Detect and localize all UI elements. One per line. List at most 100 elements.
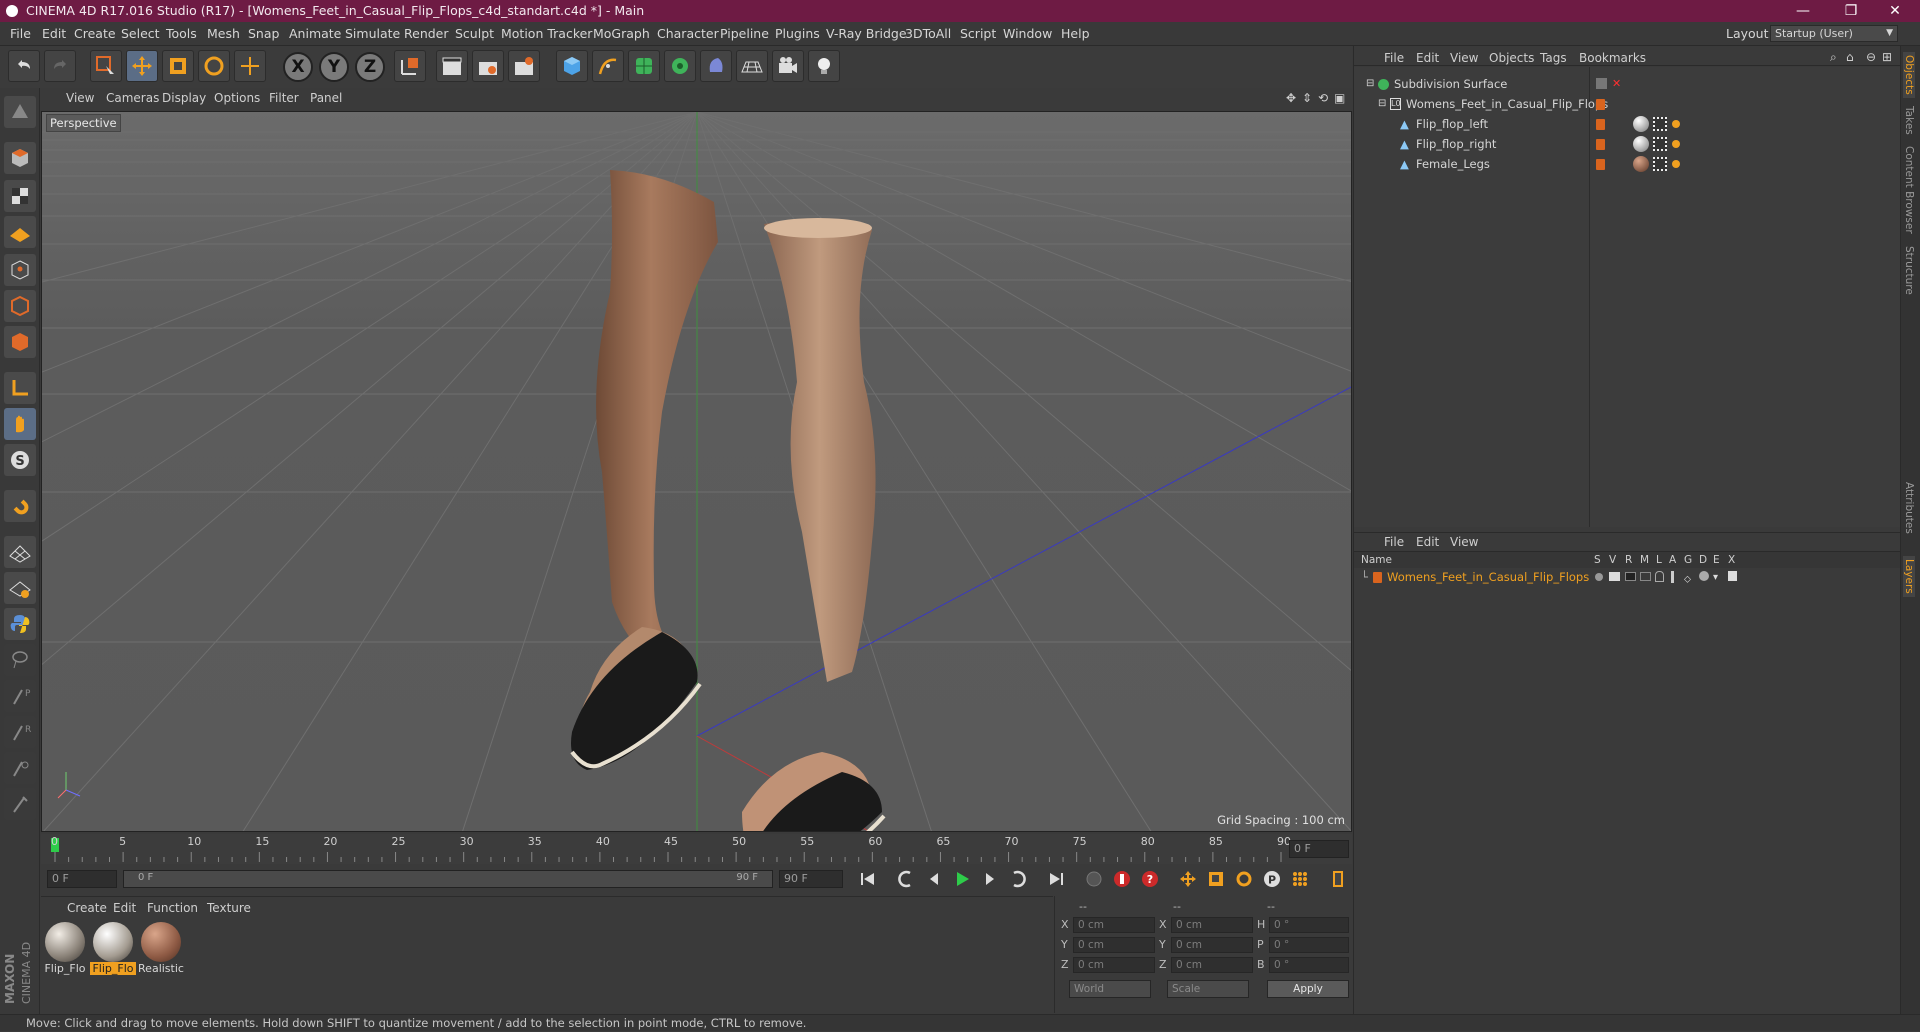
menu-tools[interactable]: Tools bbox=[166, 26, 197, 41]
mat-menu-function[interactable]: Function bbox=[147, 901, 198, 915]
rotation-h-field[interactable]: 0 ° bbox=[1269, 917, 1349, 933]
position-x-field[interactable]: 0 cm bbox=[1073, 917, 1155, 933]
material-swatch[interactable]: Flip_Flo bbox=[42, 922, 88, 980]
move-tool-button[interactable] bbox=[126, 50, 158, 82]
key-parameter-button[interactable]: P bbox=[1260, 868, 1284, 890]
vp-menu-options[interactable]: Options bbox=[214, 91, 260, 105]
close-button[interactable]: ✕ bbox=[1872, 0, 1918, 22]
rotation-b-field[interactable]: 0 ° bbox=[1269, 957, 1349, 973]
material-swatch-selected[interactable]: Flip_Flo bbox=[90, 922, 136, 980]
animation-toggle-icon[interactable] bbox=[1671, 571, 1674, 583]
brush-tool-button[interactable] bbox=[4, 644, 36, 676]
light-button[interactable] bbox=[808, 50, 840, 82]
menu-plugins[interactable]: Plugins bbox=[775, 26, 820, 41]
vp-menu-cameras[interactable]: Cameras bbox=[106, 91, 159, 105]
minimize-button[interactable]: — bbox=[1780, 0, 1826, 22]
layer-menu-edit[interactable]: Edit bbox=[1416, 535, 1439, 549]
menu-mesh[interactable]: Mesh bbox=[207, 26, 240, 41]
key-scale-button[interactable] bbox=[1204, 868, 1228, 890]
render-picture-viewer-button[interactable] bbox=[472, 50, 504, 82]
material-tag-icon[interactable] bbox=[1633, 116, 1649, 132]
object-row-female-legs[interactable]: ▲ Female_Legs bbox=[1360, 155, 1905, 173]
z-axis-toggle[interactable]: Z bbox=[355, 52, 385, 82]
key-pla-button[interactable] bbox=[1288, 868, 1312, 890]
selection-tag-icon[interactable] bbox=[1672, 160, 1680, 168]
undo-button[interactable] bbox=[8, 50, 40, 82]
axis-mode-button[interactable] bbox=[4, 372, 36, 404]
start-frame-field[interactable]: 0 F bbox=[47, 870, 117, 888]
selection-tag-icon[interactable] bbox=[1672, 140, 1680, 148]
menu-select[interactable]: Select bbox=[121, 26, 160, 41]
cube-object-button[interactable] bbox=[556, 50, 588, 82]
texture-tag-icon[interactable] bbox=[1653, 137, 1667, 151]
size-x-field[interactable]: 0 cm bbox=[1171, 917, 1253, 933]
vp-menu-display[interactable]: Display bbox=[162, 91, 206, 105]
texture-tag-icon[interactable] bbox=[1653, 157, 1667, 171]
material-swatch[interactable]: Realistic bbox=[138, 922, 184, 980]
selection-tag-icon[interactable] bbox=[1672, 120, 1680, 128]
position-z-field[interactable]: 0 cm bbox=[1073, 957, 1155, 973]
menu-simulate[interactable]: Simulate bbox=[345, 26, 400, 41]
material-tag-icon[interactable] bbox=[1633, 136, 1649, 152]
object-row-womens-feet[interactable]: ⊟ L0 Womens_Feet_in_Casual_Flip_Flops bbox=[1360, 95, 1905, 113]
lock-toggle-icon[interactable] bbox=[1655, 571, 1664, 582]
previous-frame-button[interactable] bbox=[922, 868, 946, 890]
snap-button[interactable] bbox=[4, 490, 36, 522]
coordinate-space-dropdown[interactable]: World bbox=[1069, 980, 1151, 998]
frame-range-slider[interactable]: 0 F 90 F bbox=[123, 870, 773, 888]
obj-menu-edit[interactable]: Edit bbox=[1416, 51, 1439, 65]
points-mode-button[interactable] bbox=[4, 254, 36, 286]
obj-menu-tags[interactable]: Tags bbox=[1540, 51, 1567, 65]
menu-mograph[interactable]: MoGraph bbox=[593, 26, 650, 41]
locked-workplane-button[interactable] bbox=[4, 572, 36, 604]
tweak-mode-button[interactable] bbox=[4, 408, 36, 440]
mat-menu-texture[interactable]: Texture bbox=[207, 901, 251, 915]
menu-animate[interactable]: Animate bbox=[289, 26, 341, 41]
menu-character[interactable]: Character bbox=[657, 26, 719, 41]
key-rotation-button[interactable] bbox=[1232, 868, 1256, 890]
autokey-off-button[interactable] bbox=[1082, 868, 1106, 890]
mat-menu-edit[interactable]: Edit bbox=[113, 901, 136, 915]
coordinate-system-button[interactable] bbox=[394, 50, 426, 82]
record-button[interactable] bbox=[1110, 868, 1134, 890]
menu-script[interactable]: Script bbox=[960, 26, 996, 41]
layer-menu-view[interactable]: View bbox=[1450, 535, 1478, 549]
next-frame-button[interactable] bbox=[978, 868, 1002, 890]
lock-icon[interactable]: ⊖ bbox=[1866, 50, 1876, 64]
model-mode-button[interactable] bbox=[4, 142, 36, 174]
menu-render[interactable]: Render bbox=[404, 26, 449, 41]
obj-menu-objects[interactable]: Objects bbox=[1489, 51, 1534, 65]
spline-pen-button[interactable] bbox=[592, 50, 624, 82]
object-row-flip-flop-left[interactable]: ▲ Flip_flop_left bbox=[1360, 115, 1905, 133]
tab-objects[interactable]: Objects bbox=[1903, 52, 1915, 98]
obj-menu-file[interactable]: File bbox=[1384, 51, 1404, 65]
menu-edit[interactable]: Edit bbox=[42, 26, 66, 41]
bridge-tool-button[interactable]: R bbox=[4, 716, 36, 748]
go-to-start-button[interactable] bbox=[856, 868, 880, 890]
tab-attributes[interactable]: Attributes bbox=[1903, 482, 1915, 534]
texture-mode-button[interactable] bbox=[4, 180, 36, 212]
rotate-view-icon[interactable]: ⟲ bbox=[1318, 91, 1328, 105]
menu-3dtoall[interactable]: 3DToAll bbox=[905, 26, 951, 41]
restore-button[interactable]: ❐ bbox=[1828, 0, 1874, 22]
knife-tool-button[interactable]: P bbox=[4, 680, 36, 712]
object-row-subdivision-surface[interactable]: ⊟ Subdivision Surface ✕ bbox=[1360, 75, 1905, 93]
autokey-button[interactable]: ? bbox=[1138, 868, 1162, 890]
disabled-x-icon[interactable]: ✕ bbox=[1612, 75, 1621, 93]
magnet-tool-button[interactable] bbox=[4, 752, 36, 784]
layer-row[interactable]: └ Womens_Feet_in_Casual_Flip_Flops ⬦ ▾ bbox=[1353, 568, 1898, 586]
vp-menu-panel[interactable]: Panel bbox=[310, 91, 342, 105]
redo-button[interactable] bbox=[44, 50, 76, 82]
tab-layers[interactable]: Layers bbox=[1903, 556, 1915, 597]
next-key-button[interactable] bbox=[1006, 868, 1030, 890]
expression-toggle-icon[interactable]: ▾ bbox=[1713, 569, 1718, 587]
search-icon[interactable]: ⌕ bbox=[1830, 50, 1837, 65]
menu-pipeline[interactable]: Pipeline bbox=[720, 26, 769, 41]
end-frame-field[interactable]: 90 F bbox=[779, 870, 843, 888]
y-axis-toggle[interactable]: Y bbox=[319, 52, 349, 82]
3d-viewport[interactable]: Perspective Grid Spacing : 100 cm bbox=[41, 111, 1352, 832]
layer-menu-file[interactable]: File bbox=[1384, 535, 1404, 549]
render-view-button[interactable] bbox=[436, 50, 468, 82]
timeline-button[interactable] bbox=[1326, 868, 1350, 890]
tab-content-browser[interactable]: Content Browser bbox=[1903, 146, 1915, 234]
